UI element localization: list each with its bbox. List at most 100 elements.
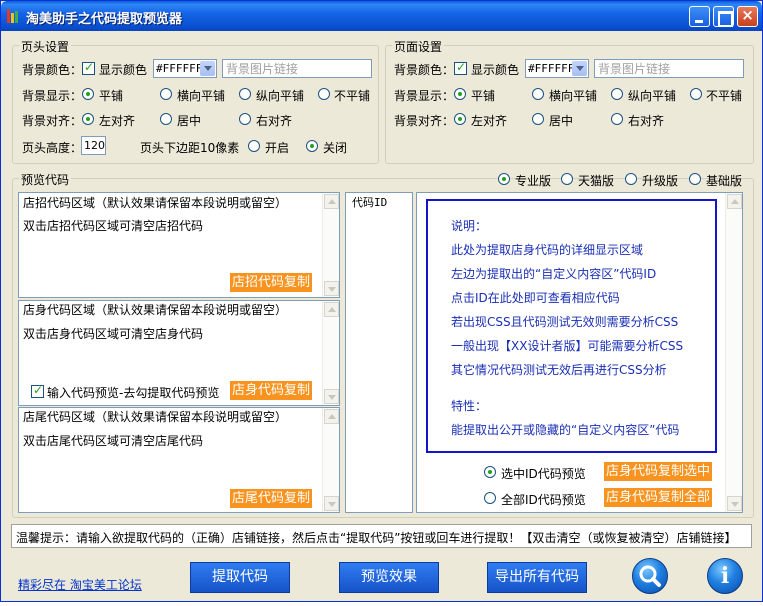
header-align-radio-right[interactable] <box>239 113 251 125</box>
title-bar[interactable]: 淘美助手之代码提取预览器 × <box>1 1 762 31</box>
header-display-radio-h[interactable] <box>160 88 172 100</box>
search-button[interactable] <box>632 558 668 594</box>
status-tip: 温馨提示：请输入欲提取代码的（正确）店铺链接，然后点击“提取代码”按钮或回车进行… <box>16 531 737 545</box>
page-bg-image-field[interactable] <box>594 59 744 78</box>
all-id-preview-label: 全部ID代码预览 <box>501 493 586 507</box>
color-select[interactable]: #FFFFFF <box>153 59 217 78</box>
scrollbar[interactable] <box>322 193 339 297</box>
header-align-radio-left[interactable] <box>82 113 94 125</box>
version-radio-pro[interactable] <box>498 173 510 185</box>
version-radio-upgrade[interactable] <box>625 173 637 185</box>
input-preview-checkbox[interactable] <box>31 383 44 398</box>
chevron-down-icon[interactable] <box>572 61 587 76</box>
status-bar[interactable]: 温馨提示：请输入欲提取代码的（正确）店铺链接，然后点击“提取代码”按钮或回车进行… <box>11 524 752 548</box>
all-id-preview-radio[interactable] <box>484 492 496 504</box>
tail-code-line: 店尾代码区域（默认效果请保留本段说明或留空） <box>23 410 288 424</box>
header-display-radio-tile[interactable] <box>82 88 94 100</box>
group-title: 页头设置 <box>19 38 72 55</box>
minimize-button[interactable] <box>689 6 710 27</box>
radio-label: 不平铺 <box>334 89 371 103</box>
radio-label: 右对齐 <box>628 114 665 128</box>
margin-radio-off[interactable] <box>306 140 318 152</box>
info-icon: i <box>720 563 730 589</box>
page-bg-image-input[interactable] <box>595 60 743 77</box>
info-line: 左边为提取出的“自定义内容区”代码ID <box>451 267 657 281</box>
forum-link[interactable]: 精彩尽在 淘宝美工论坛 <box>18 576 142 593</box>
page-align-radio-right[interactable] <box>611 113 623 125</box>
copy-selected-button[interactable]: 店身代码复制选中 <box>604 462 713 481</box>
version-label: 基础版 <box>706 174 743 188</box>
extract-code-button[interactable]: 提取代码 <box>190 562 290 593</box>
scrollbar[interactable] <box>322 408 339 512</box>
page-display-radio-tile[interactable] <box>454 88 466 100</box>
maximize-button[interactable] <box>713 6 734 27</box>
scroll-down-icon[interactable] <box>324 281 339 296</box>
info-feature-title: 特性： <box>451 399 488 413</box>
group-title: 页面设置 <box>392 38 445 55</box>
radio-label: 不平铺 <box>706 89 743 103</box>
export-all-button[interactable]: 导出所有代码 <box>487 562 587 593</box>
page-display-radio-h[interactable] <box>532 88 544 100</box>
page-display-radio-none[interactable] <box>690 88 702 100</box>
copy-body-code-button[interactable]: 店身代码复制 <box>230 381 313 400</box>
scroll-up-icon[interactable] <box>324 194 339 209</box>
scroll-down-icon[interactable] <box>727 496 742 511</box>
page-color-select[interactable]: #FFFFFF <box>525 59 589 78</box>
scroll-down-icon[interactable] <box>324 389 339 404</box>
preview-effect-button[interactable]: 预览效果 <box>339 562 439 593</box>
radio-label: 平铺 <box>471 89 496 103</box>
margin-radio-on[interactable] <box>248 140 260 152</box>
header-align-radio-center[interactable] <box>160 113 172 125</box>
selected-id-preview-label: 选中ID代码预览 <box>501 467 586 481</box>
version-radio-tmall[interactable] <box>561 173 573 185</box>
code-id-list[interactable]: 代码ID <box>345 192 413 513</box>
show-color-checkbox[interactable] <box>82 60 95 75</box>
close-button[interactable]: × <box>737 6 758 27</box>
scroll-up-icon[interactable] <box>324 302 339 317</box>
color-value: #FFFFFF <box>156 62 203 75</box>
bg-display-label: 背景显示： <box>394 89 455 103</box>
info-line: 点击ID在此处即可查看相应代码 <box>451 291 620 305</box>
height-label: 页头高度： <box>22 141 83 155</box>
header-display-radio-v[interactable] <box>239 88 251 100</box>
scrollbar[interactable] <box>322 301 339 405</box>
info-line: 此处为提取店身代码的详细显示区域 <box>451 243 644 257</box>
color-value: #FFFFFF <box>528 62 575 75</box>
page-align-radio-center[interactable] <box>532 113 544 125</box>
radio-label: 开启 <box>265 141 290 155</box>
info-button[interactable]: i <box>707 558 743 594</box>
copy-tail-code-button[interactable]: 店尾代码复制 <box>230 489 313 508</box>
header-bg-image-field[interactable] <box>222 59 372 78</box>
show-color-label: 显示颜色 <box>471 63 520 77</box>
close-icon: × <box>741 6 754 24</box>
info-line: 一般出现【XX设计者版】可能需要分析CSS <box>451 339 684 353</box>
header-bg-image-input[interactable] <box>223 60 371 77</box>
page-align-radio-left[interactable] <box>454 113 466 125</box>
header-height-field[interactable]: 120 <box>81 136 106 155</box>
sign-code-line: 店招代码区域（默认效果请保留本段说明或留空） <box>23 196 288 210</box>
bg-color-label: 背景颜色： <box>394 63 455 77</box>
input-preview-label: 输入代码预览-去勾提取代码预览 <box>47 386 220 400</box>
bg-display-label: 背景显示： <box>22 89 83 103</box>
copy-all-button[interactable]: 店身代码复制全部 <box>604 488 713 507</box>
page-show-color-checkbox[interactable] <box>454 60 467 75</box>
selected-id-preview-radio[interactable] <box>484 466 496 478</box>
tail-code-line: 双击店尾代码区域可清空店尾代码 <box>23 434 204 448</box>
scroll-down-icon[interactable] <box>324 496 339 511</box>
version-radio-basic[interactable] <box>689 173 701 185</box>
margin-label: 页头下边距10像素 <box>140 141 240 155</box>
version-label: 天猫版 <box>578 174 615 188</box>
main-window: 淘美助手之代码提取预览器 × 页头设置 背景颜色： 显示颜色 #FFFFFF 背… <box>0 0 763 602</box>
info-box: 说明： 此处为提取店身代码的详细显示区域 左边为提取出的“自定义内容区”代码ID… <box>426 199 717 453</box>
copy-sign-code-button[interactable]: 店招代码复制 <box>230 273 313 292</box>
bg-align-label: 背景对齐： <box>22 114 83 128</box>
scrollbar[interactable] <box>725 193 742 512</box>
scroll-up-icon[interactable] <box>727 194 742 209</box>
app-icon <box>7 9 21 23</box>
header-display-radio-none[interactable] <box>318 88 330 100</box>
page-display-radio-v[interactable] <box>611 88 623 100</box>
scroll-up-icon[interactable] <box>324 409 339 424</box>
header-height-value[interactable]: 120 <box>84 139 105 152</box>
radio-label: 居中 <box>549 114 574 128</box>
chevron-down-icon[interactable] <box>200 61 215 76</box>
